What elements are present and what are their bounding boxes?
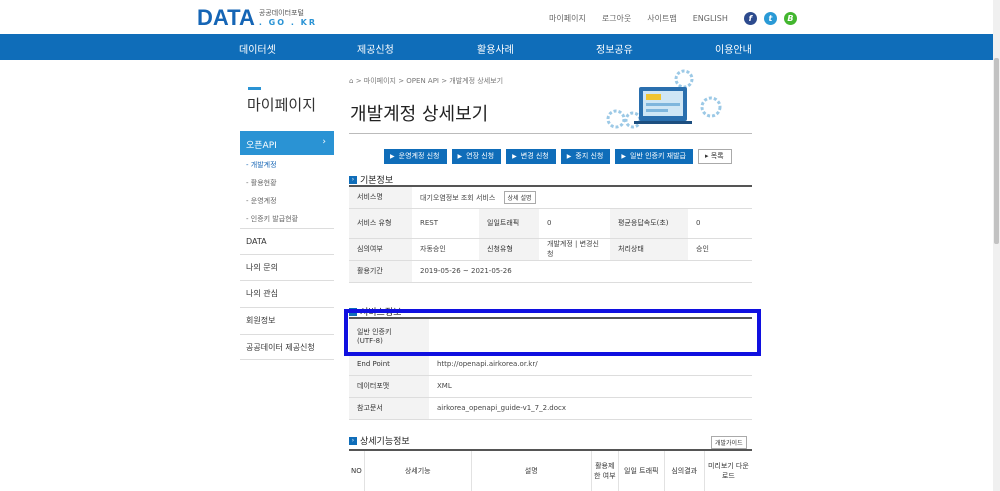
table-header-row: NO 상세기능 설명 활용제한 여부 일일 트래픽 심의결과 미리보기 다운로드 (349, 450, 752, 491)
submenu-dev-account[interactable]: - 개발계정 (246, 159, 298, 177)
logo-line1: 공공데이터포털 (258, 9, 304, 17)
table-row: 참고문서 airkorea_openapi_guide-v1_7_2.docx (349, 397, 752, 420)
reference-doc-label: 참고문서 (349, 397, 429, 420)
sidebar-submenu: - 개발계정 - 활용현황 - 운영계정 - 인증키 발급현황 (246, 159, 298, 231)
nav-cases[interactable]: 활용사례 (477, 41, 514, 56)
nav-guide[interactable]: 이용안내 (715, 41, 752, 56)
blog-icon[interactable]: B (783, 12, 797, 25)
home-icon[interactable]: ⌂ (349, 77, 353, 85)
status-value: 승인 (688, 238, 752, 261)
reference-doc-link[interactable]: airkorea_openapi_guide-v1_7_2.docx (429, 397, 752, 420)
ops-account-request-button[interactable]: ▶ 운영계정 신청 (384, 149, 447, 164)
scrollbar-thumb[interactable] (994, 58, 999, 244)
submenu-usage[interactable]: - 활용현황 (246, 177, 298, 195)
table-row: 서비스명 대기오염정보 조회 서비스 상세 설명 (349, 186, 752, 209)
daily-traffic-label: 일일트래픽 (479, 208, 539, 239)
highlight-box (344, 309, 761, 356)
nav-share[interactable]: 정보공유 (596, 41, 633, 56)
submenu-ops-account[interactable]: - 운영계정 (246, 195, 298, 213)
col-function: 상세기능 (364, 450, 472, 491)
sidebar-accent (248, 87, 261, 90)
avg-response-label: 평균응답속도(초) (610, 208, 688, 239)
nav-request[interactable]: 제공신청 (357, 41, 394, 56)
logout-link[interactable]: 로그아웃 (602, 13, 631, 24)
col-review: 심의결과 (664, 450, 705, 491)
logo-line2: . GO . KR (258, 18, 318, 27)
function-table: NO 상세기능 설명 활용제한 여부 일일 트래픽 심의결과 미리보기 다운로드 (349, 449, 752, 491)
period-value: 2019-05-26 ~ 2021-05-26 (412, 260, 752, 283)
english-link[interactable]: ENGLISH (693, 14, 728, 23)
col-preview: 미리보기 다운로드 (704, 450, 752, 491)
sidebar-item-interest[interactable]: 나의 관심 (240, 280, 334, 306)
arrow-right-icon: › (349, 436, 357, 445)
col-traffic: 일일 트래픽 (618, 450, 665, 491)
sidebar-item-member[interactable]: 회원정보 (240, 307, 334, 333)
facebook-icon[interactable]: f (743, 12, 757, 25)
col-limit: 활용제한 여부 (591, 450, 619, 491)
site-logo[interactable]: DATA 공공데이터포털 . GO . KR (197, 5, 317, 30)
service-name-label: 서비스명 (349, 186, 412, 209)
endpoint-value: http://openapi.airkorea.or.kr/ (429, 353, 752, 376)
reissue-key-button[interactable]: ▶ 일반 인증키 재발급 (615, 149, 693, 164)
sidebar-item-provide[interactable]: 공공데이터 제공신청 (240, 334, 334, 360)
avg-response-value: 0 (688, 208, 752, 239)
main-nav: 데이터셋 제공신청 활용사례 정보공유 이용안내 (0, 34, 993, 60)
chevron-right-icon: › (322, 137, 326, 147)
function-info-heading: › 상세기능정보 (349, 434, 410, 447)
sidebar-item-label: 오픈API (246, 141, 277, 151)
sidebar-item-openapi[interactable]: 오픈API › (240, 131, 334, 155)
title-divider (349, 133, 752, 134)
data-format-label: 데이터포맷 (349, 375, 429, 398)
sidebar-item-data[interactable]: DATA (240, 228, 334, 254)
utility-links: 마이페이지 로그아웃 사이트맵 ENGLISH f t B (549, 12, 804, 25)
nav-dataset[interactable]: 데이터셋 (239, 41, 276, 56)
dev-guide-button[interactable]: 개발가이드 (711, 436, 747, 449)
service-name-cell: 대기오염정보 조회 서비스 상세 설명 (412, 186, 752, 209)
service-type-value: REST (412, 208, 479, 239)
api-illustration-icon (606, 69, 722, 129)
table-row: End Point http://openapi.airkorea.or.kr/ (349, 353, 752, 376)
daily-traffic-value: 0 (539, 208, 610, 239)
page-scrollbar[interactable] (993, 0, 1000, 491)
table-row: 데이터포맷 XML (349, 375, 752, 398)
top-header: DATA 공공데이터포털 . GO . KR 마이페이지 로그아웃 사이트맵 E… (0, 0, 993, 34)
review-label: 심의여부 (349, 238, 412, 261)
detail-description-button[interactable]: 상세 설명 (503, 190, 536, 204)
list-button[interactable]: ▸ 목록 (697, 149, 732, 164)
logo-text: DATA (197, 5, 255, 30)
service-name-value: 대기오염정보 조회 서비스 (420, 193, 496, 202)
stop-request-button[interactable]: ▶ 중지 신청 (560, 149, 611, 164)
review-value: 자동승인 (412, 238, 479, 261)
endpoint-label: End Point (349, 353, 429, 376)
status-label: 처리상태 (610, 238, 688, 261)
change-request-button[interactable]: ▶ 변경 신청 (506, 149, 556, 164)
table-row: 서비스 유형 REST 일일트래픽 0 평균응답속도(초) 0 (349, 208, 752, 239)
col-no: NO (349, 450, 365, 491)
period-label: 활용기간 (349, 260, 412, 283)
col-description: 설명 (471, 450, 592, 491)
action-buttons: ▶ 운영계정 신청 ▶ 연장 신청 ▶ 변경 신청 ▶ 중지 신청 ▶ 일반 인증키 재발… (384, 149, 732, 164)
sitemap-link[interactable]: 사이트맵 (647, 13, 676, 24)
mypage-link[interactable]: 마이페이지 (549, 13, 586, 24)
arrow-right-icon: › (349, 175, 357, 184)
data-format-value: XML (429, 375, 752, 398)
breadcrumb-text: > 마이페이지 > OPEN API > 개발계정 상세보기 (355, 77, 504, 85)
extend-request-button[interactable]: ▶ 연장 신청 (451, 149, 502, 164)
table-row: 활용기간 2019-05-26 ~ 2021-05-26 (349, 260, 752, 283)
service-type-label: 서비스 유형 (349, 208, 412, 239)
request-type-label: 신청유형 (479, 238, 539, 261)
request-type-value: 개발계정 | 변경신청 (539, 238, 610, 261)
logo-subtitle: 공공데이터포털 . GO . KR (259, 9, 317, 27)
breadcrumb: ⌂ > 마이페이지 > OPEN API > 개발계정 상세보기 (349, 76, 503, 86)
twitter-icon[interactable]: t (763, 12, 777, 25)
sidebar-item-inquiry[interactable]: 나의 문의 (240, 254, 334, 280)
page-title: 개발계정 상세보기 (350, 104, 489, 125)
sidebar-title: 마이페이지 (247, 96, 317, 114)
basic-info-table: 서비스명 대기오염정보 조회 서비스 상세 설명 서비스 유형 REST 일일트… (349, 185, 752, 283)
table-row: 심의여부 자동승인 신청유형 개발계정 | 변경신청 처리상태 승인 (349, 238, 752, 261)
